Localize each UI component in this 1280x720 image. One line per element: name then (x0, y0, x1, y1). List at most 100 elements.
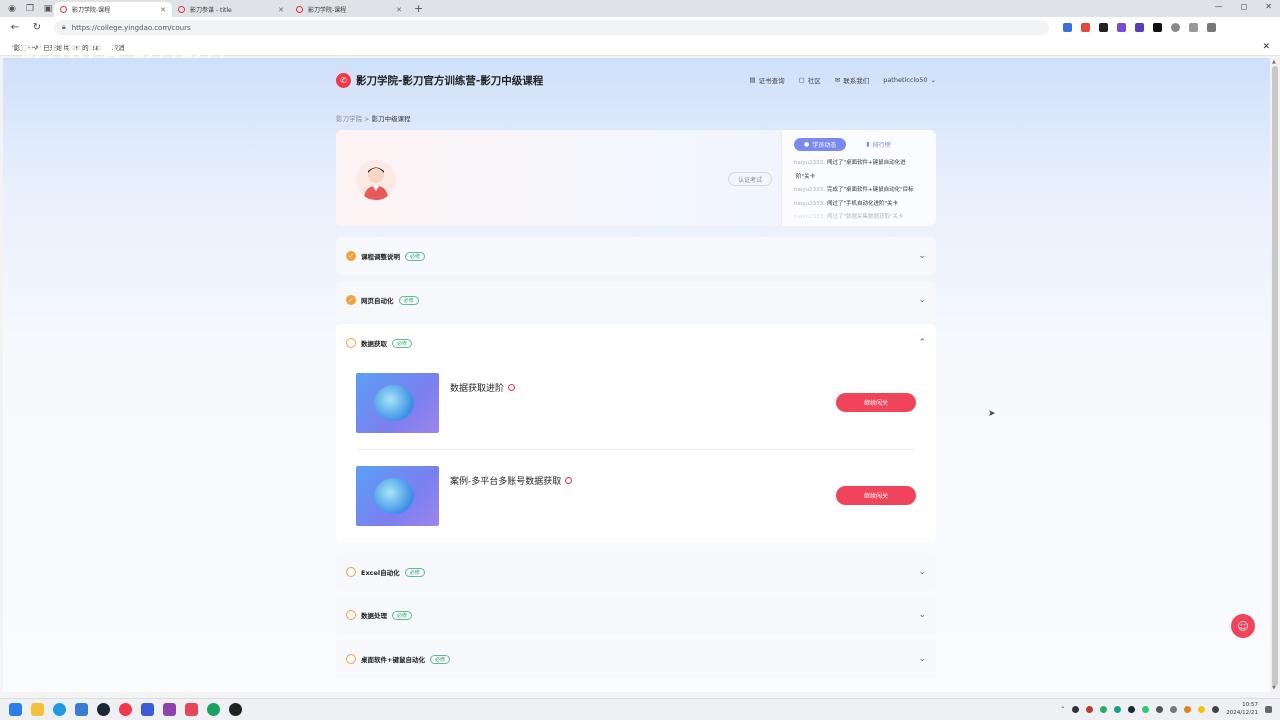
maximize-icon[interactable]: ◻ (1241, 2, 1248, 11)
tab-actions-icon[interactable]: ▣ (42, 3, 54, 15)
chevron-down-icon[interactable]: ⌄ (918, 567, 926, 577)
header-nav: ▤ 证书查询 ▢ 社区 ✉ 联系我们 patheticclo50 ⌄ (749, 75, 936, 85)
collections-icon[interactable]: ❐ (24, 3, 36, 15)
notifications-icon[interactable] (1265, 705, 1272, 713)
profile-icon[interactable]: ◉ (6, 3, 18, 15)
chevron-down-icon[interactable]: ⌄ (918, 295, 926, 305)
circle-icon (346, 610, 356, 620)
browser-tab[interactable]: 影刀学院-课程 ✕ (54, 2, 172, 17)
assistant-robot-icon[interactable]: ☺ (1231, 614, 1255, 638)
feed-tabs: ● 学员动态 ▮ 排行榜 (794, 138, 924, 151)
scrollbar[interactable]: ▲ ▼ (1270, 58, 1280, 692)
nav-community[interactable]: ▢ 社区 (799, 75, 821, 85)
tab-leaderboard[interactable]: ▮ 排行榜 (856, 138, 900, 151)
microphone-icon[interactable] (1156, 705, 1164, 713)
lock-icon: 🔒︎ (62, 23, 66, 31)
tray-app-icon[interactable] (1142, 705, 1150, 713)
chevron-down-icon: ⌄ (930, 76, 936, 84)
browser-tab[interactable]: 影刀参谋 - title ✕ (172, 2, 290, 17)
new-tab-icon[interactable]: + (414, 2, 423, 15)
browser-tab-bar: ◉ ❐ ▣ 影刀学院-课程 ✕ 影刀参谋 - title ✕ 影刀学院-课程 ✕… (0, 0, 1280, 17)
lesson-card: 数据获取进阶 继续闯关 (356, 373, 916, 435)
app-icon[interactable] (207, 703, 220, 716)
extension-icon[interactable] (1117, 23, 1126, 32)
tray-app-icon[interactable] (1128, 705, 1136, 713)
close-tab-icon[interactable]: ✕ (160, 6, 166, 14)
close-icon[interactable]: ✕ (1262, 42, 1270, 52)
course-section[interactable]: Excel自动化 必修 ⌄ (336, 553, 936, 591)
feed-item: haiyu2333: 闯过了"桌面软件+键鼠自动化进 (794, 157, 924, 171)
tray-app-icon[interactable] (1184, 705, 1192, 713)
course-section[interactable]: ✓ 网页自动化 必修 ⌄ (336, 281, 936, 319)
chevron-down-icon[interactable]: ⌄ (918, 654, 926, 664)
yingdao-icon[interactable] (119, 703, 132, 716)
refresh-icon[interactable]: ↻ (30, 21, 44, 35)
feed-user: haiyu2333: (794, 214, 825, 220)
scrollbar-thumb[interactable] (1272, 66, 1278, 686)
certification-exam-button[interactable]: 认证考试 (728, 172, 772, 186)
course-section[interactable]: 桌面软件+键鼠自动化 必修 ⌄ (336, 640, 936, 678)
favorites-icon[interactable] (1189, 23, 1198, 32)
chevron-up-icon[interactable]: ⌃ (918, 338, 926, 348)
chevron-up-icon[interactable]: ⌃ (1060, 706, 1065, 713)
volume-icon[interactable] (1212, 705, 1220, 713)
extension-icon[interactable] (1135, 23, 1144, 32)
scroll-up-icon[interactable]: ▲ (1272, 59, 1276, 65)
extension-icon[interactable] (1063, 23, 1072, 32)
close-tab-icon[interactable]: ✕ (396, 6, 402, 14)
tray-app-icon[interactable] (1072, 705, 1080, 713)
section-lessons: 数据获取进阶 继续闯关 案例-多平台多账号数据获取 继续闯关 (336, 358, 936, 542)
extension-icon[interactable] (1153, 23, 1162, 32)
nav-label: 证书查询 (758, 77, 785, 85)
file-explorer-icon[interactable] (31, 703, 44, 716)
lesson-thumbnail[interactable] (356, 466, 439, 526)
chevron-down-icon[interactable]: ⌄ (918, 251, 926, 261)
app-icon[interactable] (185, 703, 198, 716)
cancel-share-button[interactable]: 取消 (112, 42, 125, 52)
clock[interactable]: 10:57 2024/12/21 (1226, 701, 1258, 717)
tab-student-activity[interactable]: ● 学员动态 (794, 138, 847, 151)
extension-icon[interactable] (1099, 23, 1108, 32)
close-window-icon[interactable]: ✕ (1265, 2, 1272, 11)
url-field[interactable]: 🔒︎ https://college.yingdao.com/cours (54, 20, 1049, 35)
steam-icon[interactable] (97, 703, 110, 716)
lesson-thumbnail[interactable] (356, 373, 439, 433)
course-section[interactable]: 数据获取 必修 ⌃ (336, 324, 936, 362)
tray-app-icon[interactable] (1086, 705, 1094, 713)
tab-label: 学员动态 (812, 142, 837, 149)
site-header: ✆ 影刀学院-影刀官方训练营-影刀中级课程 ▤ 证书查询 ▢ 社区 ✉ 联系我们… (336, 72, 936, 88)
continue-button[interactable]: 继续闯关 (836, 486, 916, 505)
tray-app-icon[interactable] (1198, 705, 1206, 713)
chevron-down-icon[interactable]: ⌄ (918, 610, 926, 620)
app-icon[interactable] (75, 703, 88, 716)
scroll-down-icon[interactable]: ▼ (1272, 685, 1276, 691)
progress-ring-icon (565, 477, 573, 484)
url-text: https://college.yingdao.com/cours (71, 23, 191, 32)
course-section[interactable]: 数据处理 必修 ⌄ (336, 596, 936, 634)
tray-app-icon[interactable] (1114, 705, 1122, 713)
more-icon[interactable] (1207, 23, 1216, 32)
nav-certificate[interactable]: ▤ 证书查询 (749, 75, 784, 85)
edge-icon[interactable] (53, 703, 66, 716)
start-icon[interactable] (9, 703, 22, 716)
browser-tab[interactable]: 影刀学院-课程 ✕ (290, 2, 408, 17)
breadcrumb-root[interactable]: 影刀学院 (336, 115, 362, 123)
continue-button[interactable]: 继续闯关 (836, 393, 916, 412)
section-title: 课程调整说明 (361, 253, 400, 261)
app-icon[interactable] (229, 703, 242, 716)
lesson-card: 案例-多平台多账号数据获取 继续闯关 (356, 466, 916, 528)
app-icon[interactable] (163, 703, 176, 716)
sync-icon[interactable] (1171, 23, 1180, 32)
user-menu[interactable]: patheticclo50 ⌄ (883, 76, 936, 84)
share-message: '影刀RPA' 已开始共享你的屏幕 (12, 43, 102, 52)
course-section[interactable]: ✓ 课程调整说明 必修 ⌄ (336, 237, 936, 275)
app-icon[interactable] (141, 703, 154, 716)
nav-contact[interactable]: ✉ 联系我们 (835, 75, 869, 85)
close-tab-icon[interactable]: ✕ (278, 6, 284, 14)
tray-app-icon[interactable] (1100, 705, 1108, 713)
back-icon[interactable]: ← (8, 21, 22, 35)
minimize-icon[interactable]: — (1215, 2, 1223, 11)
network-icon[interactable] (1170, 705, 1178, 713)
extension-icon[interactable] (1081, 23, 1090, 32)
yingdao-logo-icon[interactable]: ✆ (336, 72, 351, 88)
